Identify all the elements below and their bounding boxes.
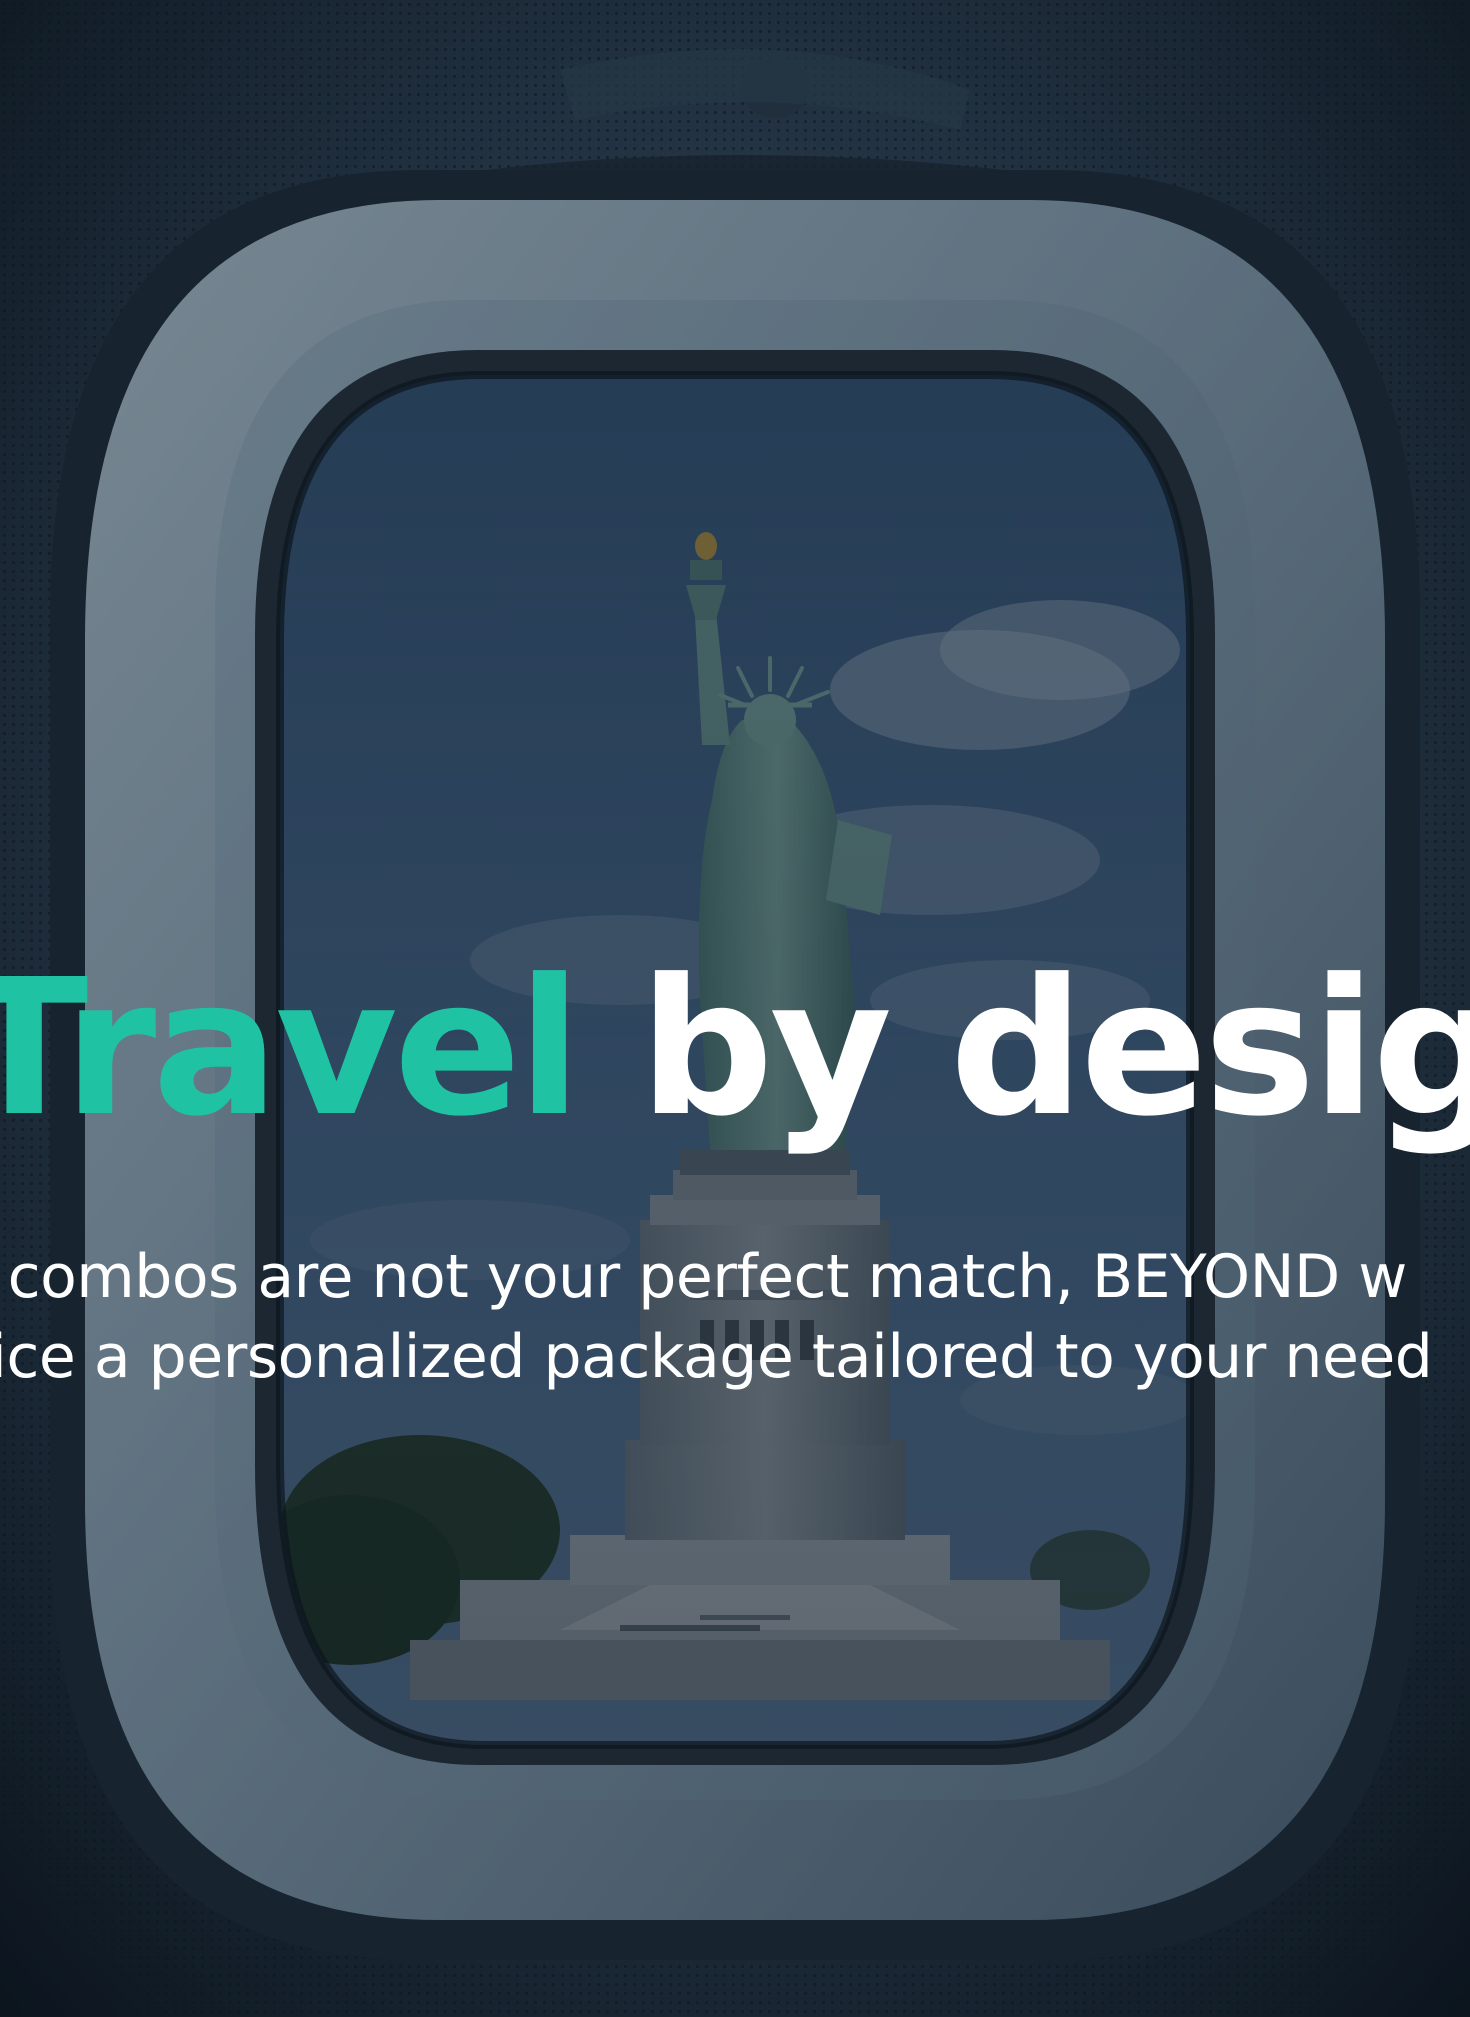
hero-headline: Travel by design: [0, 955, 1470, 1143]
hero-subcopy-line-1: t combos are not your perfect match, BEY…: [0, 1242, 1407, 1312]
headline-accent-word: Travel: [0, 939, 582, 1158]
hero-banner: Travel by design t combos are not your p…: [0, 0, 1470, 2017]
hero-subcopy-line-2: rice a personalized package tailored to …: [0, 1322, 1433, 1392]
headline-rest: by design: [639, 939, 1470, 1158]
